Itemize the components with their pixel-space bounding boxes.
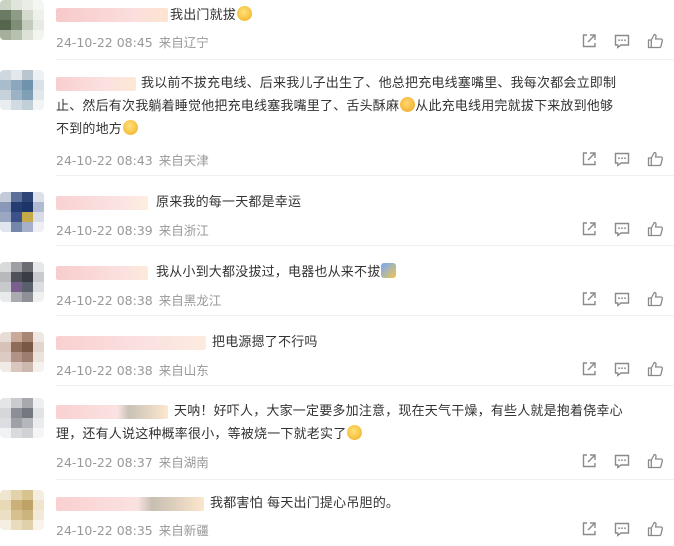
comment-actions: [580, 452, 664, 470]
comment-location: 来自黑龙江: [158, 293, 222, 308]
comment-icon[interactable]: [613, 220, 631, 238]
comment-date: 24-10-22 08:35: [56, 523, 153, 538]
comment-meta: 24-10-22 08:38 来自黑龙江: [56, 290, 221, 309]
comment-text-line: 我以前不拔充电线、后来我儿子出生了、他总把充电线塞嘴里、我每次都会立即制: [141, 76, 617, 91]
comment-item: 我从小到大都没拔过，电器也从来不拔 24-10-22 08:38 来自黑龙江: [0, 246, 674, 316]
like-icon[interactable]: [646, 520, 664, 538]
comment-meta: 24-10-22 08:35 来自新疆: [56, 520, 209, 539]
comment-date: 24-10-22 08:38: [56, 363, 153, 378]
comment-text-span: 我出门就拔: [170, 8, 237, 23]
comment-text-span: 不到的地方: [56, 122, 123, 137]
comment-location: 来自湖南: [158, 455, 209, 470]
avatar[interactable]: [0, 490, 44, 530]
like-icon[interactable]: [646, 150, 664, 168]
avatar[interactable]: [0, 0, 44, 40]
lightning-emoji-icon: [381, 263, 397, 278]
comment-text-line: 天呐！好吓人，大家一定要多加注意，现在天气干燥，有些人就是抱着侥幸心: [174, 404, 623, 419]
comment-icon[interactable]: [613, 360, 631, 378]
comment-location: 来自天津: [158, 153, 209, 168]
comment-meta: 24-10-22 08:37 来自湖南: [56, 452, 209, 471]
avatar[interactable]: [0, 332, 44, 372]
comment-text: 我以前不拔充电线、后来我儿子出生了、他总把充电线塞嘴里、我每次都会立即制: [141, 72, 616, 95]
comment-actions: [580, 520, 664, 538]
comment-location: 来自辽宁: [158, 35, 209, 50]
username-redacted[interactable]: [56, 497, 204, 511]
avatar[interactable]: [0, 192, 44, 232]
comment-icon[interactable]: [613, 520, 631, 538]
comment-item: 我出门就拔 24-10-22 08:45 来自辽宁: [0, 0, 674, 60]
like-icon[interactable]: [646, 360, 664, 378]
share-icon[interactable]: [580, 520, 598, 538]
laugh-emoji-icon: [347, 425, 363, 440]
username-redacted[interactable]: [56, 336, 206, 350]
comment-text: 我从小到大都没拔过，电器也从来不拔: [156, 261, 397, 284]
avatar[interactable]: [0, 262, 44, 302]
comment-text: 止、然后有次我躺着睡觉他把充电线塞我嘴里了、舌头酥麻 从此充电线用完就拔下来放到他…: [56, 95, 613, 141]
share-icon[interactable]: [580, 360, 598, 378]
comment-text: 理，还有人说这种概率很小，等被烧一下就老实了: [56, 423, 363, 446]
comment-icon[interactable]: [613, 290, 631, 308]
comment-text-span: 原来我的每一天都是幸运: [156, 195, 302, 210]
comment-actions: [580, 150, 664, 168]
username-redacted[interactable]: [56, 266, 148, 280]
comment-meta: 24-10-22 08:45 来自辽宁: [56, 32, 209, 51]
username-redacted[interactable]: [56, 8, 168, 22]
comment-list: 我出门就拔 24-10-22 08:45 来自辽宁 我以前不拔充电线、后来我儿子…: [0, 0, 674, 546]
comment-text-span: 从此充电线用完就拔下来放到他够: [415, 99, 614, 114]
comment-actions: [580, 32, 664, 50]
share-icon[interactable]: [580, 150, 598, 168]
comment-item: 天呐！好吓人，大家一定要多加注意，现在天气干燥，有些人就是抱着侥幸心 理，还有人…: [0, 386, 674, 480]
comment-actions: [580, 290, 664, 308]
comment-date: 24-10-22 08:45: [56, 35, 153, 50]
avatar[interactable]: [0, 70, 44, 110]
username-redacted[interactable]: [56, 77, 136, 91]
comment-text-span: 止、然后有次我躺着睡觉他把充电线塞我嘴里了、舌头酥麻: [56, 99, 400, 114]
comment-item: 原来我的每一天都是幸运 24-10-22 08:39 来自浙江: [0, 176, 674, 246]
comment-date: 24-10-22 08:43: [56, 153, 153, 168]
comment-text: 把电源摁了不行吗: [212, 331, 318, 354]
share-icon[interactable]: [580, 32, 598, 50]
comment-meta: 24-10-22 08:39 来自浙江: [56, 220, 209, 239]
like-icon[interactable]: [646, 220, 664, 238]
username-redacted[interactable]: [56, 196, 148, 210]
comment-icon[interactable]: [613, 150, 631, 168]
comment-actions: [580, 360, 664, 378]
laugh-emoji-icon: [237, 6, 253, 21]
comment-text: 原来我的每一天都是幸运: [156, 191, 301, 214]
share-icon[interactable]: [580, 452, 598, 470]
comment-meta: 24-10-22 08:43 来自天津: [56, 150, 209, 169]
comment-location: 来自山东: [158, 363, 209, 378]
avatar[interactable]: [0, 398, 44, 438]
like-icon[interactable]: [646, 32, 664, 50]
comment-item: 把电源摁了不行吗 24-10-22 08:38 来自山东: [0, 316, 674, 386]
share-icon[interactable]: [580, 290, 598, 308]
comment-date: 24-10-22 08:39: [56, 223, 153, 238]
comment-icon[interactable]: [613, 32, 631, 50]
comment-actions: [580, 220, 664, 238]
username-redacted[interactable]: [56, 405, 168, 419]
comment-item: 我都害怕 每天出门提心吊胆的。 24-10-22 08:35 来自新疆: [0, 480, 674, 546]
heart-eyes-emoji-icon: [400, 97, 416, 112]
like-icon[interactable]: [646, 290, 664, 308]
comment-date: 24-10-22 08:37: [56, 455, 153, 470]
comment-text-span: 理，还有人说这种概率很小，等被烧一下就老实了: [56, 427, 347, 442]
comment-text-span: 把电源摁了不行吗: [212, 335, 318, 350]
comment-meta: 24-10-22 08:38 来自山东: [56, 360, 209, 379]
comment-text: 我出门就拔: [170, 4, 253, 27]
comment-icon[interactable]: [613, 452, 631, 470]
comment-location: 来自新疆: [158, 523, 209, 538]
comment-text-span: 我都害怕 每天出门提心吊胆的。: [210, 496, 400, 511]
comment-location: 来自浙江: [158, 223, 209, 238]
comment-text: 天呐！好吓人，大家一定要多加注意，现在天气干燥，有些人就是抱着侥幸心: [174, 400, 623, 423]
comment-item: 我以前不拔充电线、后来我儿子出生了、他总把充电线塞嘴里、我每次都会立即制 止、然…: [0, 60, 674, 176]
comment-text: 我都害怕 每天出门提心吊胆的。: [210, 492, 399, 515]
like-icon[interactable]: [646, 452, 664, 470]
comment-date: 24-10-22 08:38: [56, 293, 153, 308]
comment-text-span: 我从小到大都没拔过，电器也从来不拔: [156, 265, 381, 280]
laugh-emoji-icon: [123, 120, 139, 135]
share-icon[interactable]: [580, 220, 598, 238]
